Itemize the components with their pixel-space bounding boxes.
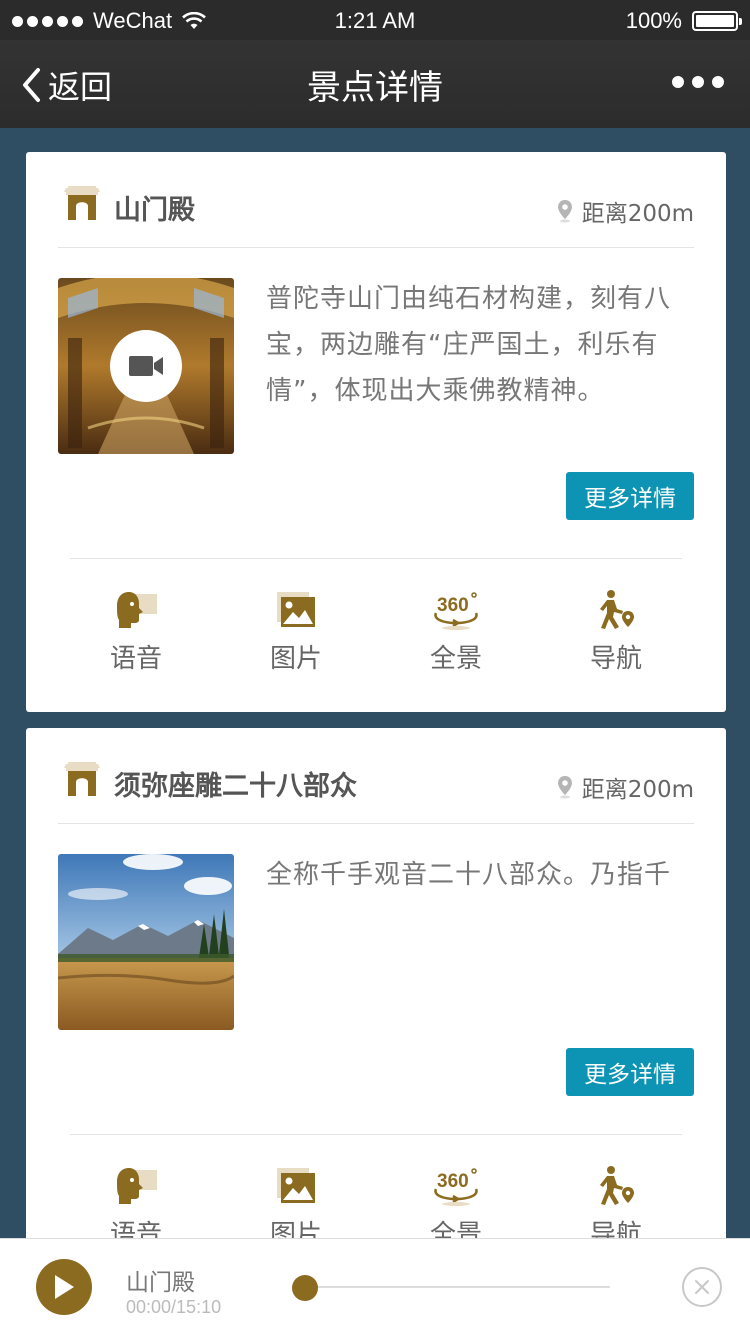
status-right: 100% <box>625 8 742 34</box>
spot-description: 全称千手观音二十八部众。乃指千 <box>266 860 672 890</box>
picture-icon <box>216 588 376 632</box>
distance-label: 距离200m <box>556 770 694 804</box>
temple-gate-icon <box>62 184 102 226</box>
action-bar: 语音 图片 360 全景 导航 <box>56 588 696 675</box>
battery-percent: 100% <box>625 8 682 33</box>
page-title: 景点详情 <box>307 68 443 108</box>
more-details-button[interactable]: 更多详情 <box>566 1048 694 1096</box>
distance-text: 距离200m <box>581 201 694 227</box>
card-header: 山门殿 距离200m <box>58 182 694 248</box>
action-panorama-button[interactable]: 360 全景 <box>376 588 536 675</box>
spot-thumbnail[interactable] <box>58 854 234 1030</box>
more-menu-button[interactable] <box>672 76 724 88</box>
status-bar: WeChat 1:21 AM 100% <box>0 0 750 40</box>
action-label: 导航 <box>589 644 642 674</box>
progress-track[interactable] <box>296 1286 610 1288</box>
action-label: 全景 <box>429 644 482 674</box>
close-player-button[interactable] <box>682 1267 722 1307</box>
temple-gate-icon <box>62 760 102 802</box>
close-icon <box>695 1280 709 1294</box>
more-details-button[interactable]: 更多详情 <box>566 472 694 520</box>
battery-icon <box>692 11 742 31</box>
play-icon <box>55 1275 74 1299</box>
card-header: 须弥座雕二十八部众 距离200m <box>58 758 694 824</box>
action-label: 图片 <box>269 644 322 674</box>
progress-knob[interactable] <box>292 1275 318 1301</box>
distance-text: 距离200m <box>581 777 694 803</box>
panorama-360-icon: 360 <box>376 588 536 632</box>
audio-player: 山门殿 00:00/15:10 <box>0 1238 750 1334</box>
divider <box>70 1134 682 1135</box>
location-pin-icon <box>557 776 572 799</box>
navigation-walk-icon <box>536 588 696 632</box>
spot-description: 普陀寺山门由纯石材构建，刻有八宝，两边雕有“庄严国土，利乐有情”，体现出大乘佛教… <box>266 284 672 406</box>
spot-title: 须弥座雕二十八部众 <box>114 771 357 802</box>
spot-thumbnail[interactable] <box>58 278 234 454</box>
navigation-walk-icon <box>536 1164 696 1208</box>
navigation-bar: 返回 景点详情 <box>0 40 750 128</box>
distance-label: 距离200m <box>556 194 694 228</box>
action-label: 语音 <box>109 644 162 674</box>
divider <box>70 558 682 559</box>
player-track-title: 山门殿 <box>126 1270 195 1296</box>
play-button[interactable] <box>36 1259 92 1315</box>
player-time: 00:00/15:10 <box>126 1297 222 1317</box>
svg-text:360: 360 <box>437 1171 469 1192</box>
action-voice-button[interactable]: 语音 <box>56 588 216 675</box>
picture-icon <box>216 1164 376 1208</box>
voice-icon <box>56 1164 216 1208</box>
video-play-button[interactable] <box>110 330 182 402</box>
location-pin-icon <box>557 200 572 223</box>
action-picture-button[interactable]: 图片 <box>216 588 376 675</box>
panorama-360-icon: 360 <box>376 1164 536 1208</box>
voice-icon <box>56 588 216 632</box>
spot-title: 山门殿 <box>114 195 195 226</box>
action-navigation-button[interactable]: 导航 <box>536 588 696 675</box>
spot-card[interactable]: 山门殿 距离200m 普陀寺山门由纯石材构建，刻有八宝，两边雕有“庄严国土，利乐… <box>26 152 726 712</box>
svg-text:360: 360 <box>437 595 469 616</box>
video-camera-icon <box>129 356 163 376</box>
